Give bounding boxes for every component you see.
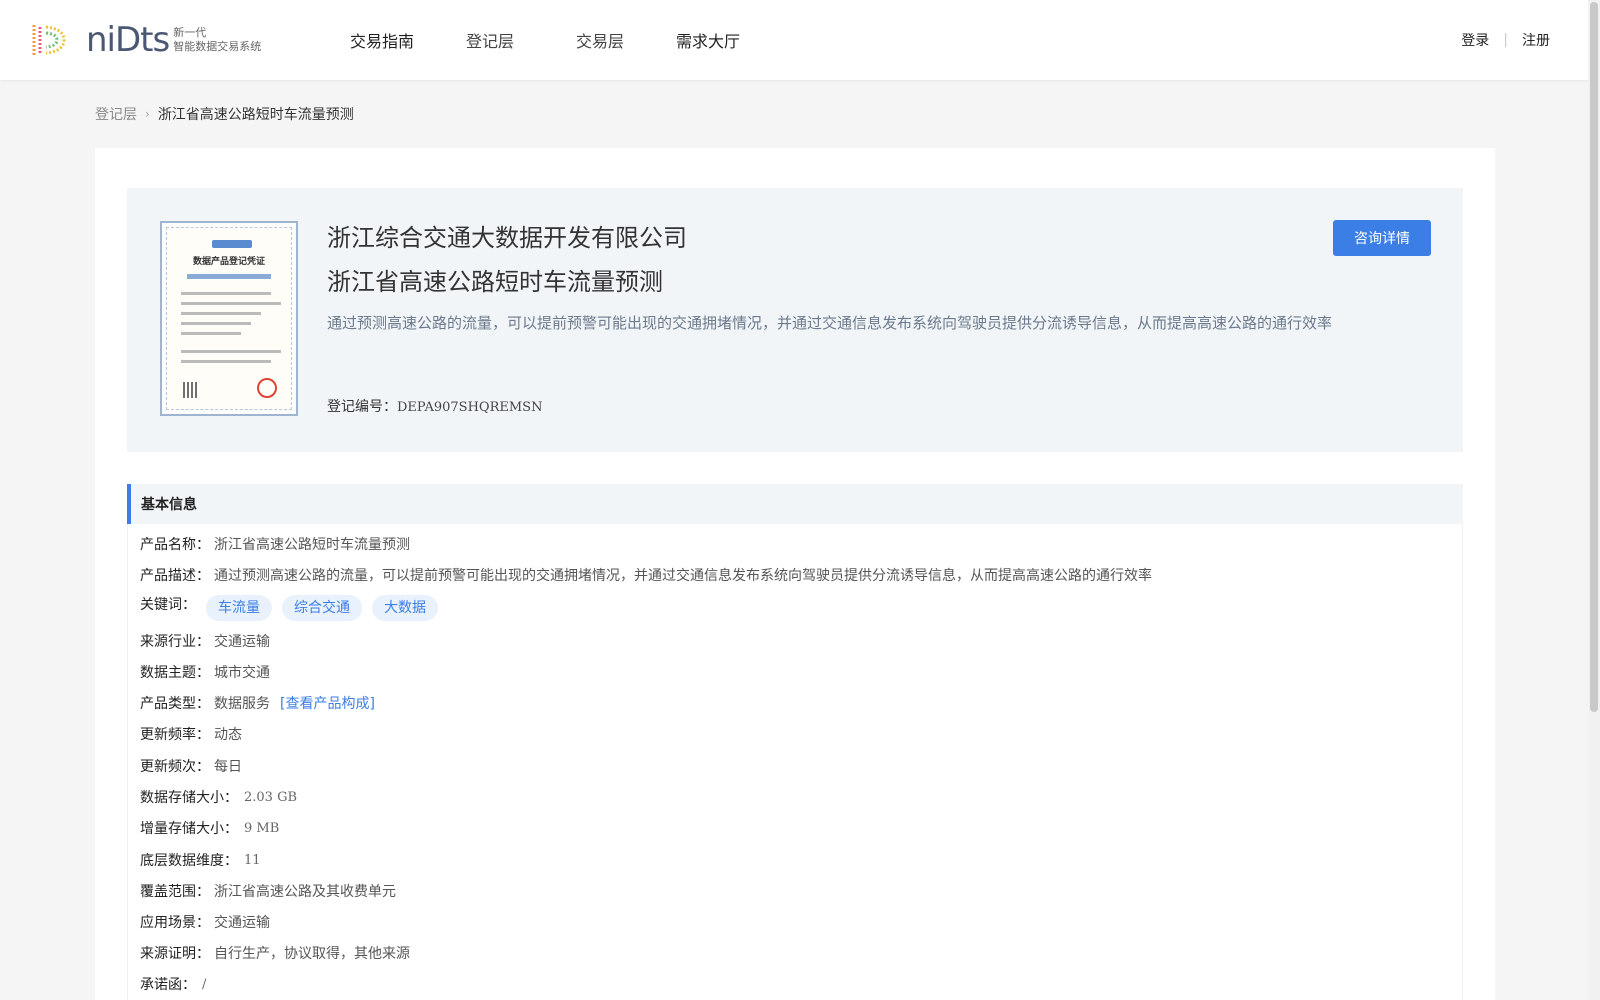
product-description: 通过预测高速公路的流量，可以提前预警可能出现的交通拥堵情况，并通过交通信息发布系… <box>327 314 1333 332</box>
certificate-text-line <box>181 312 261 315</box>
keyword-tag[interactable]: 车流量 <box>206 595 272 621</box>
nav-trading-layer[interactable]: 交易层 <box>576 28 624 52</box>
scrollbar-thumb[interactable] <box>1590 2 1598 712</box>
nav-registration-layer[interactable]: 登记层 <box>466 28 514 52</box>
auth-links: 登录 | 注册 <box>1461 0 1550 80</box>
product-summary-panel: 数据产品登记凭证 浙江综合交通大数据开发有限公司 浙江省高速公路短时车流量预测 … <box>127 188 1463 452</box>
breadcrumb-registration-layer[interactable]: 登记层 <box>95 104 137 124</box>
view-product-composition-link[interactable]: [查看产品构成] <box>280 693 375 713</box>
info-row-storage-size: 数据存储大小： 2.03 GB <box>140 786 297 808</box>
info-row-product-type: 产品类型： 数据服务 [查看产品构成] <box>140 692 375 714</box>
info-label: 更新频次： <box>140 759 210 775</box>
info-label: 产品类型： <box>140 696 210 712</box>
keyword-tag[interactable]: 综合交通 <box>282 595 362 621</box>
info-row-increment-size: 增量存储大小： 9 MB <box>140 817 279 839</box>
info-value: 9 MB <box>244 820 280 836</box>
info-value: 城市交通 <box>214 665 270 681</box>
info-row-source-proof: 来源证明： 自行生产，协议取得，其他来源 <box>140 942 410 964</box>
info-label: 承诺函： <box>140 977 196 993</box>
basic-info-list: 产品名称： 浙江省高速公路短时车流量预测 产品描述： 通过预测高速公路的流量，可… <box>127 524 1463 1000</box>
info-label: 更新频率： <box>140 727 210 743</box>
info-label: 数据存储大小： <box>140 790 238 806</box>
info-label: 产品描述： <box>140 568 210 584</box>
info-label: 关键词： <box>140 597 196 613</box>
certificate-text-line <box>181 302 281 305</box>
register-link[interactable]: 注册 <box>1522 30 1550 50</box>
logo-tagline-line2: 智能数据交易系统 <box>173 40 262 53</box>
page-scrollbar[interactable] <box>1588 0 1600 1000</box>
info-value: / <box>202 976 207 992</box>
qr-code-icon <box>183 382 199 398</box>
info-value: 交通运输 <box>214 634 270 650</box>
info-label: 覆盖范围： <box>140 884 210 900</box>
info-row-update-times: 更新频次： 每日 <box>140 755 242 777</box>
info-label: 应用场景： <box>140 915 210 931</box>
certificate-subtitle-bar <box>187 274 271 279</box>
logo-mark-icon <box>30 21 68 59</box>
info-row-product-description: 产品描述： 通过预测高速公路的流量，可以提前预警可能出现的交通拥堵情况，并通过交… <box>140 564 1152 586</box>
site-logo[interactable]: niDts 新一代 智能数据交易系统 <box>30 20 261 60</box>
info-value: 交通运输 <box>214 915 270 931</box>
main-nav: 交易指南 登记层 交易层 需求大厅 <box>350 0 740 80</box>
info-value: 每日 <box>214 759 242 775</box>
info-label: 来源行业： <box>140 634 210 650</box>
logo-wordmark: niDts <box>86 20 170 60</box>
info-label: 产品名称： <box>140 537 210 553</box>
keyword-tag[interactable]: 大数据 <box>372 595 438 621</box>
official-seal-icon <box>257 378 277 398</box>
nav-trading-guide[interactable]: 交易指南 <box>350 28 414 52</box>
info-row-scenario: 应用场景： 交通运输 <box>140 911 270 933</box>
info-row-update-frequency: 更新频率： 动态 <box>140 723 242 745</box>
auth-separator: | <box>1503 32 1508 48</box>
info-value: 动态 <box>214 727 242 743</box>
certificate-text-line <box>181 360 271 363</box>
breadcrumb-current: 浙江省高速公路短时车流量预测 <box>157 107 354 123</box>
chevron-right-icon: › <box>145 107 150 121</box>
info-row-product-name: 产品名称： 浙江省高速公路短时车流量预测 <box>140 533 410 555</box>
info-value: 2.03 GB <box>244 789 298 805</box>
top-header: niDts 新一代 智能数据交易系统 交易指南 登记层 交易层 需求大厅 登录 … <box>0 0 1600 80</box>
login-link[interactable]: 登录 <box>1461 30 1489 50</box>
certificate-title: 数据产品登记凭证 <box>192 257 265 267</box>
info-label: 底层数据维度： <box>140 853 238 869</box>
registration-number-value: DEPA907SHQREMSN <box>397 400 543 415</box>
certificate-text-line <box>181 322 251 325</box>
certificate-text-line <box>181 350 281 353</box>
logo-tagline: 新一代 智能数据交易系统 <box>173 26 261 54</box>
info-value: 浙江省高速公路及其收费单元 <box>214 884 396 900</box>
info-row-data-topic: 数据主题： 城市交通 <box>140 661 270 683</box>
info-value: 11 <box>244 852 261 868</box>
certificate-logo <box>212 240 252 248</box>
registration-number: 登记编号：DEPA907SHQREMSN <box>327 396 542 416</box>
info-row-keywords: 关键词： 车流量 综合交通 大数据 <box>140 594 438 622</box>
certificate-text-line <box>181 292 271 295</box>
info-label: 数据主题： <box>140 665 210 681</box>
registration-number-label: 登记编号： <box>327 399 397 415</box>
info-value: 通过预测高速公路的流量，可以提前预警可能出现的交通拥堵情况，并通过交通信息发布系… <box>214 568 1152 584</box>
info-row-commitment: 承诺函： / <box>140 973 206 995</box>
basic-info-header: 基本信息 <box>127 484 1463 524</box>
info-label: 增量存储大小： <box>140 821 238 837</box>
product-detail-card: 数据产品登记凭证 浙江综合交通大数据开发有限公司 浙江省高速公路短时车流量预测 … <box>95 148 1495 1000</box>
product-title: 浙江省高速公路短时车流量预测 <box>327 268 663 296</box>
company-name: 浙江综合交通大数据开发有限公司 <box>327 224 687 252</box>
certificate-text-line <box>181 332 241 335</box>
info-value: 数据服务 <box>214 696 270 712</box>
logo-tagline-line1: 新一代 <box>173 26 207 39</box>
certificate-image[interactable]: 数据产品登记凭证 <box>160 221 298 416</box>
certificate-frame: 数据产品登记凭证 <box>166 227 292 410</box>
info-label: 来源证明： <box>140 946 210 962</box>
nav-demand-hall[interactable]: 需求大厅 <box>676 28 740 52</box>
info-row-data-dimension: 底层数据维度： 11 <box>140 849 261 871</box>
info-row-coverage: 覆盖范围： 浙江省高速公路及其收费单元 <box>140 880 396 902</box>
info-row-source-industry: 来源行业： 交通运输 <box>140 630 270 652</box>
breadcrumb: 登记层 › 浙江省高速公路短时车流量预测 <box>95 104 354 124</box>
info-value: 自行生产，协议取得，其他来源 <box>214 946 410 962</box>
consult-details-button[interactable]: 咨询详情 <box>1333 220 1431 256</box>
info-value: 浙江省高速公路短时车流量预测 <box>214 537 410 553</box>
